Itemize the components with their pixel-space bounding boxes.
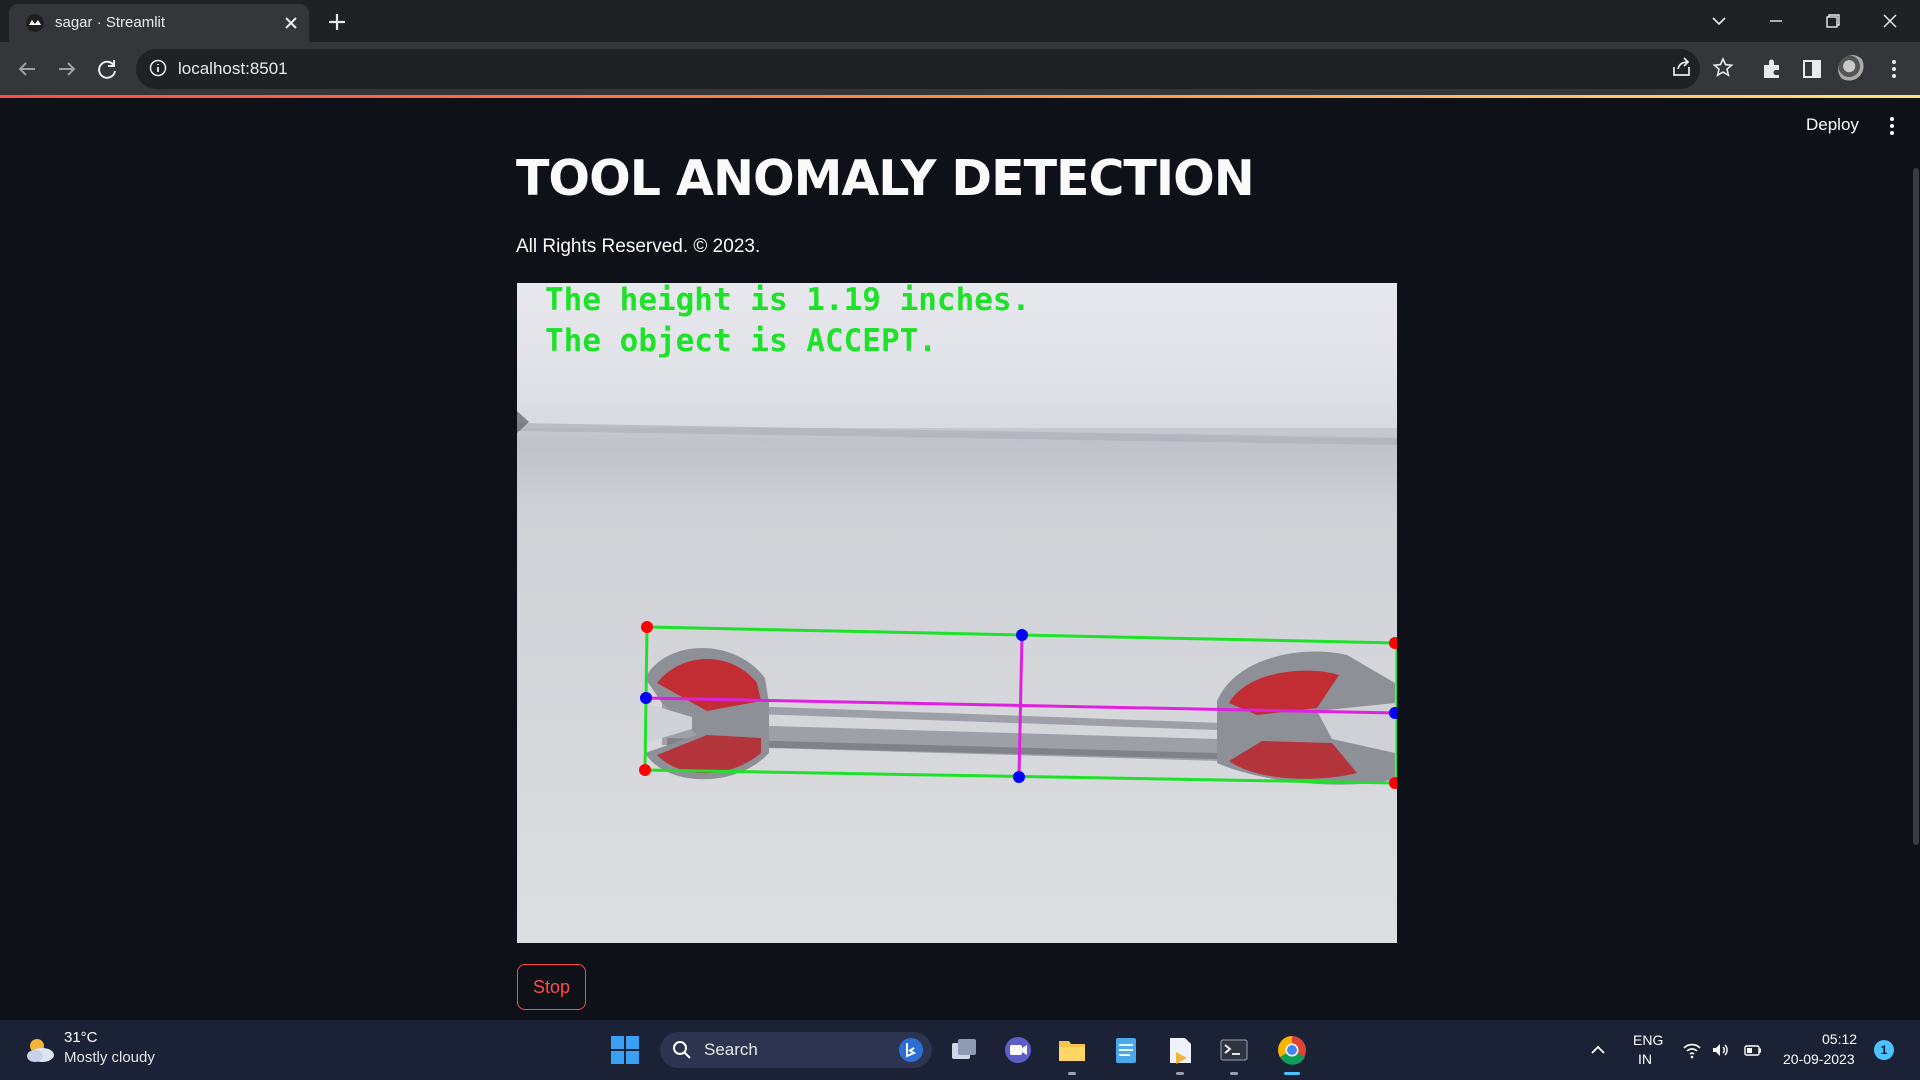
windows-start-icon[interactable] — [605, 1030, 645, 1070]
close-tab-icon[interactable] — [281, 13, 301, 33]
stop-button[interactable]: Stop — [517, 964, 586, 1010]
file-explorer-icon[interactable] — [1052, 1030, 1092, 1070]
input-language-line2[interactable]: IN — [1638, 1051, 1652, 1067]
copyright-text: All Rights Reserved. © 2023. — [516, 236, 761, 257]
notification-badge[interactable]: 1 — [1874, 1040, 1894, 1060]
terminal-icon[interactable] — [1214, 1030, 1254, 1070]
reload-icon[interactable] — [93, 55, 121, 83]
extensions-icon[interactable] — [1758, 55, 1786, 83]
profile-avatar[interactable] — [1838, 55, 1866, 83]
task-view-icon[interactable] — [944, 1030, 984, 1070]
address-bar[interactable] — [136, 49, 1700, 89]
browser-tab[interactable]: sagar · Streamlit — [9, 4, 309, 42]
taskbar: 31°C Mostly cloudy Search ENG IN 05:12 2… — [0, 1020, 1920, 1080]
tab-search-chevron-icon[interactable] — [1706, 8, 1732, 34]
share-icon[interactable] — [1669, 55, 1695, 81]
site-info-icon[interactable] — [148, 58, 168, 78]
page-scrollbar[interactable] — [1913, 168, 1919, 845]
height-overlay-text: The height is 1.19 inches. — [545, 283, 1031, 318]
cloudy-weather-icon[interactable] — [22, 1032, 58, 1068]
detection-overlay — [517, 283, 1397, 789]
browser-menu-icon[interactable] — [1880, 55, 1908, 83]
url-text[interactable]: localhost:8501 — [178, 59, 288, 79]
running-indicator — [1068, 1072, 1076, 1075]
streamlit-favicon-icon — [26, 14, 44, 32]
clock-time[interactable]: 05:12 — [1822, 1031, 1857, 1047]
search-icon — [673, 1041, 691, 1059]
back-icon[interactable] — [13, 55, 41, 83]
new-tab-icon[interactable] — [325, 10, 349, 34]
bookmark-star-icon[interactable] — [1710, 55, 1736, 81]
browser-tabstrip: sagar · Streamlit — [0, 0, 1920, 42]
page-title: TOOL ANOMALY DETECTION — [516, 150, 1255, 207]
tab-title: sagar · Streamlit — [55, 14, 166, 31]
bing-chat-icon[interactable] — [898, 1037, 924, 1063]
taskbar-search-label[interactable]: Search — [704, 1040, 758, 1060]
app-main: Deploy TOOL ANOMALY DETECTION All Rights… — [0, 98, 1920, 1020]
clock-date[interactable]: 20-09-2023 — [1783, 1051, 1855, 1067]
weather-condition[interactable]: Mostly cloudy — [64, 1049, 155, 1066]
running-indicator — [1230, 1072, 1238, 1075]
camera-feed: The height is 1.19 inches. The object is… — [517, 283, 1397, 943]
volume-icon[interactable] — [1709, 1039, 1731, 1061]
taskbar-search-box[interactable] — [660, 1032, 932, 1068]
app-menu-icon[interactable] — [1882, 114, 1902, 138]
wifi-icon[interactable] — [1681, 1039, 1703, 1061]
weather-temperature[interactable]: 31°C — [64, 1029, 98, 1046]
browser-toolbar: localhost:8501 — [0, 42, 1920, 96]
notepad-icon[interactable] — [1106, 1030, 1146, 1070]
battery-icon[interactable] — [1742, 1039, 1764, 1061]
close-window-icon[interactable] — [1877, 8, 1903, 34]
teams-chat-icon[interactable] — [998, 1030, 1038, 1070]
input-language-line1[interactable]: ENG — [1633, 1032, 1663, 1048]
side-panel-icon[interactable] — [1798, 55, 1826, 83]
restore-icon[interactable] — [1820, 8, 1846, 34]
minimize-icon[interactable] — [1763, 8, 1789, 34]
forward-icon[interactable] — [53, 55, 81, 83]
status-overlay-text: The object is ACCEPT. — [545, 323, 937, 359]
deploy-button[interactable]: Deploy — [1806, 115, 1859, 135]
show-hidden-icons-chevron-icon[interactable] — [1587, 1039, 1609, 1061]
running-indicator — [1176, 1072, 1184, 1075]
active-indicator — [1284, 1072, 1300, 1075]
chrome-icon[interactable] — [1272, 1030, 1312, 1070]
file-manager-icon[interactable] — [1160, 1030, 1200, 1070]
